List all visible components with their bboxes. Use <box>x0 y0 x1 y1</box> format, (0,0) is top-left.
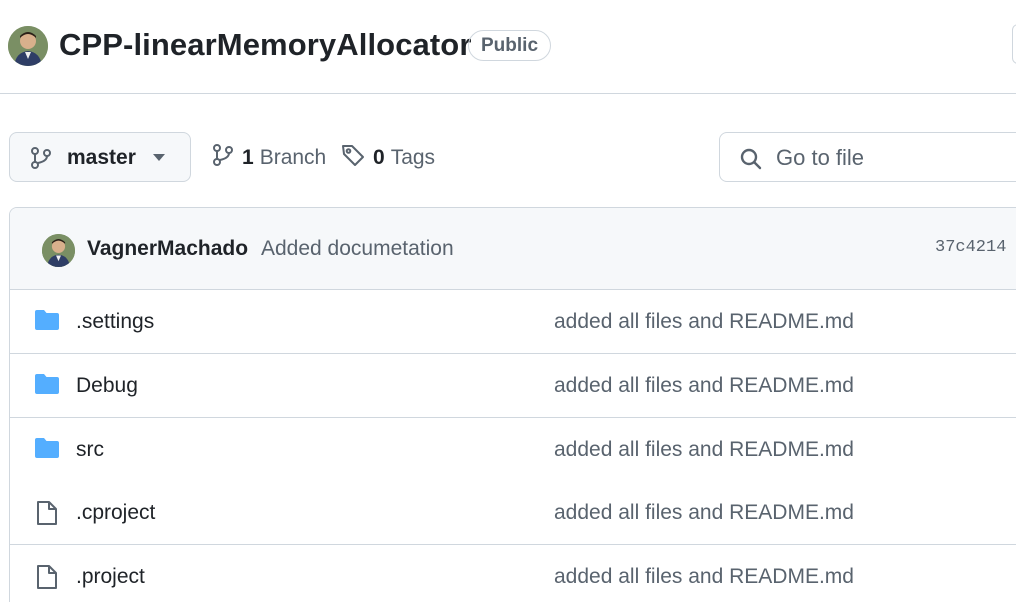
file-commit-message[interactable]: added all files and README.md <box>554 565 854 589</box>
tag-label: Tags <box>390 146 436 169</box>
file-commit-message[interactable]: added all files and README.md <box>554 438 854 462</box>
commit-author[interactable]: VagnerMachado <box>87 237 248 261</box>
branch-label: Branch <box>259 146 327 169</box>
latest-commit-bar: VagnerMachado Added documetation 37c4214… <box>10 208 1016 290</box>
git-branch-icon <box>212 143 242 173</box>
search-input[interactable] <box>776 143 1016 173</box>
file-name[interactable]: Debug <box>76 374 138 398</box>
folder-icon <box>34 309 60 336</box>
tag-icon <box>341 143 373 173</box>
header-action-button[interactable] <box>1012 24 1016 64</box>
go-to-file-search[interactable] <box>719 132 1016 182</box>
branch-count: 1 <box>242 146 254 169</box>
tag-count: 0 <box>373 146 385 169</box>
owner-avatar[interactable] <box>8 26 48 66</box>
git-branch-icon <box>30 146 52 175</box>
commit-hash[interactable]: 37c4214 · <box>935 238 1016 257</box>
file-icon <box>34 500 60 531</box>
folder-icon <box>34 373 60 400</box>
file-name[interactable]: src <box>76 438 104 462</box>
visibility-badge: Public <box>468 30 552 61</box>
file-row[interactable]: src added all files and README.md <box>10 418 1016 482</box>
file-row[interactable]: .project added all files and README.md <box>10 545 1016 602</box>
file-name[interactable]: .project <box>76 565 145 589</box>
current-branch-name: master <box>67 146 136 169</box>
file-name[interactable]: .cproject <box>76 501 155 525</box>
tags-link[interactable]: 0 Tags <box>341 143 435 173</box>
file-row[interactable]: .settings added all files and README.md <box>10 290 1016 354</box>
repo-header: CPP-linearMemoryAllocator Public <box>0 0 1016 94</box>
file-commit-message[interactable]: added all files and README.md <box>554 310 854 334</box>
folder-icon <box>34 437 60 464</box>
commit-message[interactable]: Added documetation <box>261 237 454 261</box>
branch-selector-button[interactable]: master <box>9 132 191 182</box>
repo-name[interactable]: CPP-linearMemoryAllocator <box>59 27 472 63</box>
file-icon <box>34 564 60 595</box>
file-commit-message[interactable]: added all files and README.md <box>554 374 854 398</box>
file-commit-message[interactable]: added all files and README.md <box>554 501 854 525</box>
file-row[interactable]: Debug added all files and README.md <box>10 354 1016 418</box>
chevron-down-icon <box>153 154 165 161</box>
file-browser: VagnerMachado Added documetation 37c4214… <box>9 207 1016 602</box>
file-name[interactable]: .settings <box>76 310 154 334</box>
file-row[interactable]: .cproject added all files and README.md <box>10 481 1016 545</box>
branches-link[interactable]: 1 Branch <box>212 143 326 173</box>
commit-author-avatar[interactable] <box>42 234 75 267</box>
search-icon <box>739 147 763 176</box>
